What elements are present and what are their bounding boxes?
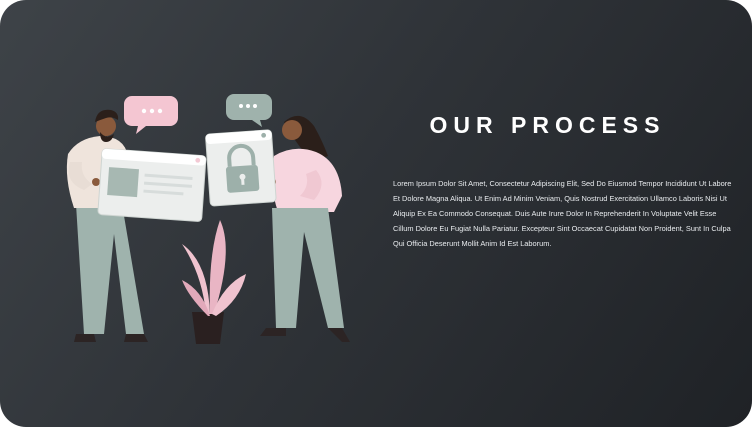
man-figure [66, 109, 174, 342]
chat-bubble-icon [124, 96, 178, 134]
plant-icon [182, 220, 246, 344]
chat-bubble-icon [226, 94, 272, 127]
slide: OUR PROCESS Lorem Ipsum Dolor Sit Amet, … [0, 0, 752, 427]
body-paragraph: Lorem Ipsum Dolor Sit Amet, Consectetur … [393, 179, 732, 248]
browser-window-icon [97, 148, 207, 222]
page-title: OUR PROCESS [429, 112, 666, 138]
process-illustration [66, 94, 350, 344]
lock-window [205, 129, 277, 207]
